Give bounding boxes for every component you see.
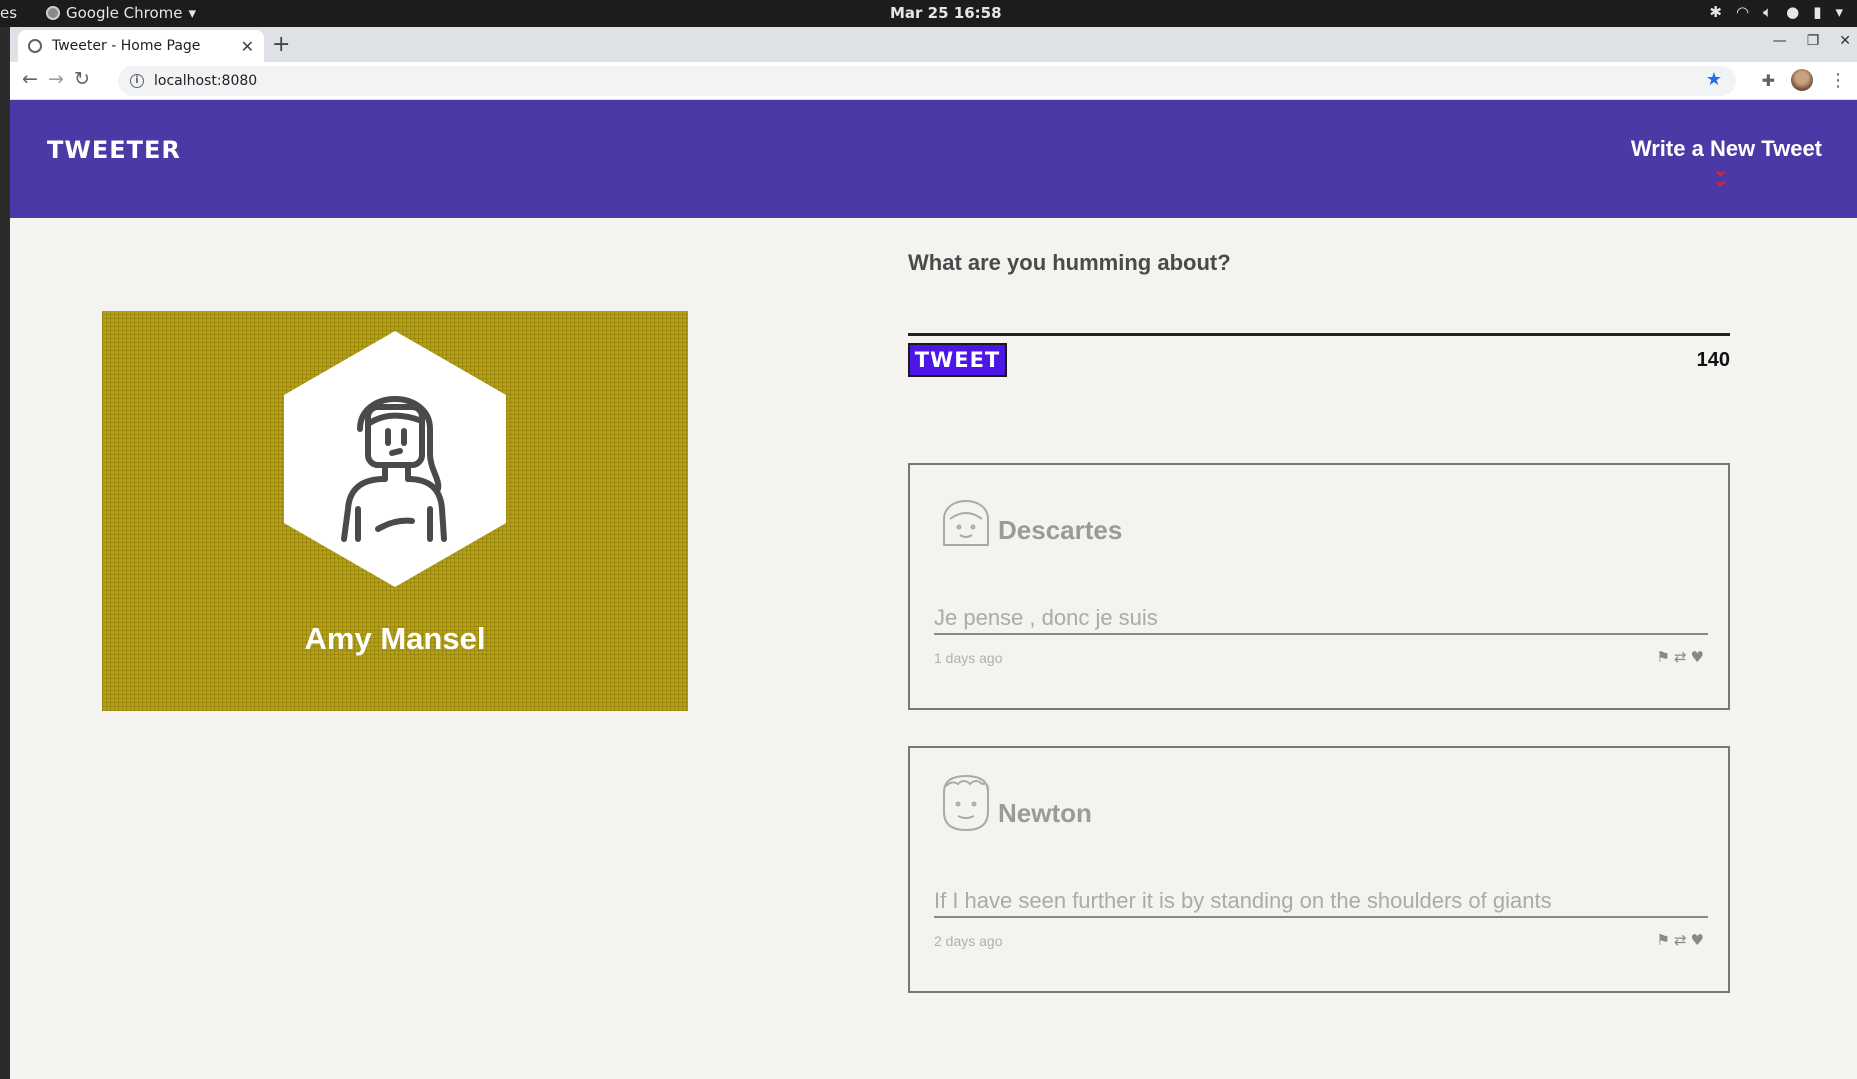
- close-window-icon[interactable]: ✕: [1839, 33, 1851, 49]
- tweet-text: Je pense , donc je suis: [934, 605, 1708, 635]
- retweet-icon[interactable]: ⇄: [1674, 648, 1687, 666]
- web-page: TWEETER Write a New Tweet ⌄ ⌄ Amy Mansel…: [10, 100, 1857, 1079]
- flag-icon[interactable]: ⚑: [1657, 931, 1670, 949]
- tweet-timestamp: 2 days ago: [934, 933, 1003, 949]
- tweet-timestamp: 1 days ago: [934, 650, 1003, 666]
- chrome-icon: [46, 6, 60, 20]
- character-counter: 140: [1696, 349, 1730, 371]
- chevron-down-icon[interactable]: ▾: [1835, 3, 1843, 21]
- profile-name: Amy Mansel: [304, 621, 486, 656]
- tweet-actions: ⚑ ⇄ ♥: [1657, 648, 1704, 666]
- new-tab-icon[interactable]: +: [272, 32, 290, 57]
- retweet-icon[interactable]: ⇄: [1674, 931, 1687, 949]
- info-icon[interactable]: i: [130, 74, 144, 88]
- tweet-author[interactable]: Descartes: [998, 515, 1122, 546]
- browser-toolbar: ← → ↻ i localhost:8080 ★ ✚ ⋮: [10, 62, 1857, 100]
- restore-icon[interactable]: ❐: [1807, 33, 1820, 49]
- tab-title: Tweeter - Home Page: [52, 38, 201, 54]
- site-navbar: TWEETER Write a New Tweet ⌄ ⌄: [10, 100, 1857, 218]
- flag-icon[interactable]: ⚑: [1657, 648, 1670, 666]
- woman-avatar-icon: [341, 396, 447, 542]
- window-controls: — ❐ ✕: [1773, 33, 1851, 49]
- url-text: localhost:8080: [154, 73, 258, 89]
- reload-icon[interactable]: ↻: [74, 68, 90, 90]
- double-chevron-down-icon[interactable]: ⌄ ⌄: [1712, 159, 1729, 189]
- browser-window: Tweeter - Home Page ✕ + — ❐ ✕ ← → ↻ i lo…: [10, 27, 1857, 1079]
- heart-icon[interactable]: ♥: [1691, 648, 1704, 666]
- descartes-avatar-icon: [943, 500, 989, 546]
- back-icon[interactable]: ←: [22, 68, 38, 90]
- tweet-card: Descartes Je pense , donc je suis 1 days…: [908, 463, 1730, 710]
- tab-home[interactable]: Tweeter - Home Page ✕: [18, 30, 264, 62]
- app-menu[interactable]: Google Chrome ▾: [46, 4, 196, 22]
- system-tray[interactable]: ✱ ◠ 🔈︎ ● ▮ ▾: [1709, 3, 1843, 21]
- tweet-button[interactable]: TWEET: [908, 343, 1007, 377]
- app-name: Google Chrome: [66, 4, 183, 22]
- tab-strip: Tweeter - Home Page ✕ + — ❐ ✕: [10, 27, 1857, 62]
- close-icon[interactable]: ✕: [241, 37, 254, 56]
- slack-icon[interactable]: ✱: [1709, 3, 1722, 21]
- volume-icon[interactable]: 🔈︎: [1763, 3, 1772, 21]
- tweet-composer: What are you humming about? TWEET 140: [908, 250, 1730, 377]
- dock-edge: [0, 27, 10, 1079]
- newton-avatar-icon: [943, 774, 989, 832]
- activities-fragment[interactable]: es: [0, 4, 17, 22]
- chevron-down-icon: ▾: [188, 4, 197, 22]
- battery-icon[interactable]: ▮: [1813, 3, 1821, 21]
- composer-label: What are you humming about?: [908, 250, 1231, 275]
- tweet-actions: ⚑ ⇄ ♥: [1657, 931, 1704, 949]
- tweet-text: If I have seen further it is by standing…: [934, 888, 1708, 918]
- profile-avatar-frame: [284, 331, 506, 587]
- tweet-author[interactable]: Newton: [998, 798, 1092, 829]
- os-top-bar: es Google Chrome ▾ Mar 25 16:58 ✱ ◠ 🔈︎ ●…: [0, 0, 1857, 27]
- profile-avatar-icon[interactable]: [1791, 69, 1813, 91]
- forward-icon[interactable]: →: [48, 68, 64, 90]
- clock[interactable]: Mar 25 16:58: [890, 4, 1002, 22]
- heart-icon[interactable]: ♥: [1691, 931, 1704, 949]
- brand-logo[interactable]: TWEETER: [47, 136, 181, 164]
- menu-kebab-icon[interactable]: ⋮: [1829, 70, 1847, 91]
- address-bar[interactable]: i localhost:8080 ★: [118, 66, 1736, 96]
- wifi-icon[interactable]: ◠: [1736, 3, 1749, 21]
- profile-card: Amy Mansel: [102, 311, 688, 711]
- tweet-input[interactable]: [908, 290, 1730, 336]
- extensions-icon[interactable]: ✚: [1762, 71, 1775, 90]
- minimize-icon[interactable]: —: [1773, 33, 1787, 49]
- microphone-icon[interactable]: ●: [1786, 3, 1799, 21]
- toolbar-actions: ✚ ⋮: [1762, 69, 1847, 91]
- globe-icon: [28, 39, 42, 53]
- tweet-card: Newton If I have seen further it is by s…: [908, 746, 1730, 993]
- bookmark-star-icon[interactable]: ★: [1706, 69, 1722, 90]
